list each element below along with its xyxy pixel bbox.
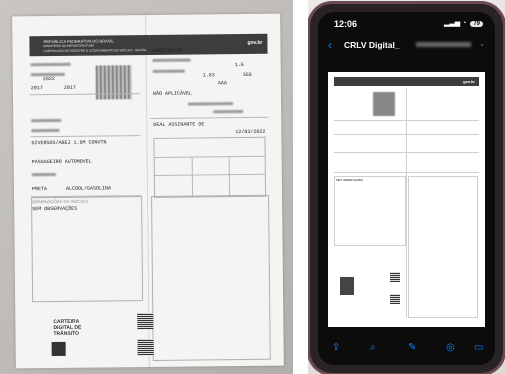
battery-icon: 79	[470, 21, 483, 27]
status-icons: ▂▃▅ ◔ 79	[444, 19, 483, 27]
year-mod2-value: 2017	[63, 84, 76, 91]
sign-icon[interactable]: ◎	[446, 342, 455, 353]
pdf-qr-blurred	[373, 92, 395, 116]
qr-code-small	[137, 338, 154, 356]
nav-title-blurred	[416, 42, 471, 47]
nav-title: CRLV Digital_	[344, 40, 400, 50]
wifi-icon: ◔	[462, 20, 467, 27]
peso-value: 356	[242, 71, 252, 79]
signal-icon: ▂▃▅	[444, 20, 461, 27]
blurred-field	[152, 58, 191, 62]
especie-value: PARTICULAR	[152, 47, 183, 54]
doc-title-text: CERTIFICADO DE REGISTRO E LICENCIAMENTO …	[43, 48, 147, 54]
pdf-card-icon	[340, 277, 354, 295]
pdf-gov-logo: gov.br	[463, 79, 475, 84]
pdf-obs-text: SEM OBSERVAÇÕES	[336, 179, 364, 182]
pdf-qr-small	[390, 272, 400, 282]
document-header-left: REPÚBLICA FEDERATIVA DO BRASIL MINISTÉRI…	[29, 34, 150, 57]
digital-card-promo: CARTEIRA DIGITAL DE TRÂNSITO	[33, 303, 154, 362]
blurred-field	[31, 128, 60, 133]
pdf-qr-small	[390, 294, 400, 304]
potencia-value: 1.6	[234, 61, 244, 69]
blurred-field	[31, 118, 62, 123]
cor-value: PRETA	[31, 186, 48, 193]
divider	[150, 116, 269, 119]
divider	[406, 88, 407, 318]
ocupantes-value: 1.63	[202, 72, 215, 79]
card-icon	[51, 341, 66, 357]
photo-collage: REPÚBLICA FEDERATIVA DO BRASIL MINISTÉRI…	[0, 0, 505, 374]
category-value: NÃO APLICÁVEL	[152, 90, 193, 97]
combustivel-code-value: AAA	[217, 80, 227, 87]
phone-screen: 12:06 ▂▃▅ ◔ 79 ‹ CRLV Digital_ ⌄ gov.br	[318, 12, 495, 365]
pdf-page: gov.br SEM OBSERVAÇÕES	[328, 72, 485, 327]
blurred-field	[30, 62, 71, 67]
pdf-box	[408, 176, 478, 318]
observations-box-left	[31, 196, 144, 303]
gov-logo: gov.br	[247, 39, 263, 46]
observations-box-right	[151, 194, 271, 361]
especie-tipo-value: PASSAGEIRO AUTOMOVEL	[31, 158, 92, 166]
markup-icon[interactable]: ✎	[408, 342, 416, 353]
blurred-field	[213, 109, 244, 114]
blurred-field	[31, 172, 56, 177]
share-icon[interactable]: ⇪	[332, 342, 340, 353]
pdf-header: gov.br	[334, 77, 479, 86]
card-title-3: TRÂNSITO	[53, 330, 79, 337]
year-mod-value: 2017	[30, 85, 43, 92]
local-value: DEAL ASSINANTE DE	[153, 121, 205, 128]
qr-code-small	[137, 312, 154, 330]
blurred-field	[152, 69, 185, 73]
search-icon[interactable]: ⌕	[370, 342, 376, 353]
divider	[30, 135, 141, 138]
nav-bar: ‹ CRLV Digital_ ⌄	[318, 34, 495, 56]
edit-icon[interactable]: ▭	[474, 342, 483, 353]
checklist-box	[153, 136, 267, 198]
year-fab-value: 2022	[42, 75, 55, 83]
printed-document-photo: REPÚBLICA FEDERATIVA DO BRASIL MINISTÉRI…	[0, 0, 293, 374]
phone-photo: 12:06 ▂▃▅ ◔ 79 ‹ CRLV Digital_ ⌄ gov.br	[308, 0, 505, 374]
marca-value: DIVERSOS/ABEJ 1.6M CONVTN	[31, 139, 107, 147]
chevron-down-icon[interactable]: ⌄	[479, 40, 485, 48]
pdf-box	[334, 176, 406, 246]
data-value: 12/03/2022	[235, 128, 266, 136]
status-bar: 12:06 ▂▃▅ ◔ 79	[318, 12, 495, 34]
bottom-toolbar: ⇪ ⌕ ✎ ◎ ▭	[318, 335, 495, 365]
paper-document: REPÚBLICA FEDERATIVA DO BRASIL MINISTÉRI…	[12, 13, 284, 369]
blurred-field	[188, 102, 234, 106]
back-chevron-icon[interactable]: ‹	[328, 38, 332, 52]
phone-device: 12:06 ▂▃▅ ◔ 79 ‹ CRLV Digital_ ⌄ gov.br	[310, 4, 503, 373]
status-time: 12:06	[334, 19, 358, 29]
combustivel-value: ALCOOL/GASOLINA	[65, 185, 112, 192]
